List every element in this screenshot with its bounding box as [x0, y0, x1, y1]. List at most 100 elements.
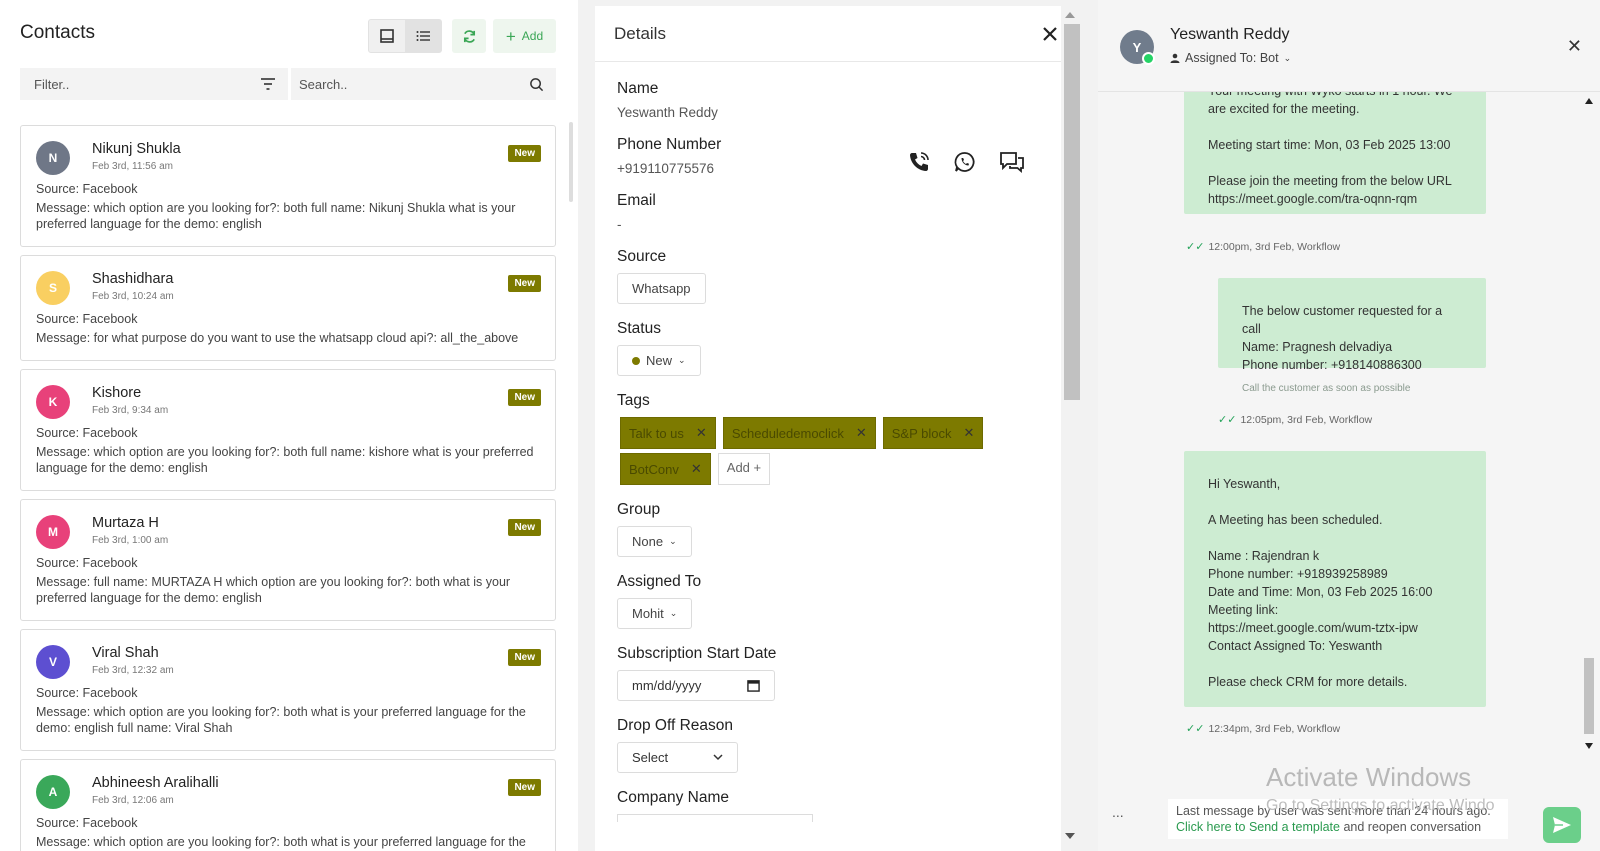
remove-tag-icon[interactable]: ✕ [696, 425, 707, 441]
remove-tag-icon[interactable]: ✕ [691, 461, 702, 477]
email-label: Email [617, 192, 656, 209]
refresh-button[interactable] [452, 19, 486, 53]
details-title: Details [614, 23, 666, 43]
status-badge: New [508, 389, 541, 406]
remove-tag-icon[interactable]: ✕ [856, 425, 867, 441]
remove-tag-icon[interactable]: ✕ [964, 425, 975, 441]
whatsapp-icon[interactable] [953, 150, 977, 174]
filter-placeholder: Filter.. [34, 76, 70, 92]
status-dropdown[interactable]: New ⌄ [617, 345, 701, 376]
avatar: A [36, 775, 70, 809]
contact-name: Murtaza H [92, 515, 159, 531]
search-icon[interactable] [529, 77, 544, 92]
scroll-down-icon[interactable] [1585, 743, 1593, 749]
chat-panel: Y Yeswanth Reddy Assigned To: Bot ⌄ ✕ Yo… [1098, 0, 1600, 851]
group-section: Group None ⌄ [617, 501, 1076, 557]
contact-list-scrollbar[interactable] [569, 122, 573, 202]
chat-icon[interactable] [999, 150, 1025, 174]
contact-source: Source: Facebook [36, 182, 138, 196]
card-view-button[interactable] [369, 20, 405, 52]
scroll-thumb[interactable] [1064, 24, 1080, 400]
contact-name: Viral Shah [92, 645, 159, 661]
filter-input[interactable]: Filter.. [20, 68, 288, 100]
contact-card[interactable]: S Shashidhara Feb 3rd, 10:24 am New Sour… [20, 255, 556, 361]
message-line: The below customer requested for a call [1242, 304, 1443, 336]
add-tag-button[interactable]: Add + [717, 453, 771, 485]
contact-name: Kishore [92, 385, 142, 401]
scroll-up-icon[interactable] [1065, 12, 1075, 18]
contact-card[interactable]: A Abhineesh Aralihalli Feb 3rd, 12:06 am… [20, 759, 556, 851]
contact-date: Feb 3rd, 9:34 am [92, 405, 169, 416]
view-toggle [368, 19, 442, 53]
search-input[interactable]: Search.. [291, 68, 556, 100]
contact-card[interactable]: N Nikunj Shukla Feb 3rd, 11:56 am New So… [20, 125, 556, 247]
contacts-title: Contacts [20, 22, 95, 43]
card-view-icon [380, 29, 394, 43]
tags-section: Tags Talk to us ✕ Scheduledemoclick ✕ S&P bl… [617, 392, 1076, 485]
details-header: Details [595, 6, 1076, 62]
status-badge: New [508, 519, 541, 536]
send-icon [1553, 817, 1571, 833]
whatsapp-badge-icon [1142, 52, 1155, 65]
close-icon[interactable]: ✕ [1567, 36, 1582, 57]
scroll-up-icon[interactable] [1585, 98, 1593, 104]
avatar: K [36, 385, 70, 419]
send-template-link[interactable]: Click here to Send a template [1176, 820, 1340, 834]
contact-name: Nikunj Shukla [92, 141, 181, 157]
message-line: Phone number: +918939258989 [1208, 567, 1388, 581]
message-bubble: The below customer requested for a call N… [1218, 278, 1486, 394]
avatar: V [36, 645, 70, 679]
phone-call-icon[interactable] [907, 150, 931, 174]
message-line: Phone number: +918140886300 [1242, 358, 1422, 372]
details-panel: Details Name Yeswanth Reddy Phone Number… [595, 6, 1076, 851]
close-icon[interactable] [1042, 26, 1058, 42]
name-value: Yeswanth Reddy [617, 105, 718, 120]
meta-text: 12:00pm, 3rd Feb, Workflow [1208, 240, 1341, 253]
calendar-icon[interactable] [747, 679, 760, 692]
filter-icon[interactable] [260, 77, 276, 91]
scroll-thumb[interactable] [1584, 658, 1594, 734]
status-badge: New [508, 275, 541, 292]
status-dot-icon [632, 356, 640, 365]
chat-contact-name: Yeswanth Reddy [1170, 26, 1290, 43]
contact-card[interactable]: V Viral Shah Feb 3rd, 12:32 am New Sourc… [20, 629, 556, 751]
meta-text: 12:34pm, 3rd Feb, Workflow [1208, 722, 1341, 735]
name-section: Name Yeswanth Reddy [617, 80, 1076, 120]
assigned-dropdown-chat[interactable]: Assigned To: Bot ⌄ [1170, 51, 1291, 65]
assigned-dropdown[interactable]: Mohit ⌄ [617, 598, 693, 629]
contact-source: Source: Facebook [36, 556, 138, 570]
contact-date: Feb 3rd, 12:32 am [92, 665, 174, 676]
contact-card[interactable]: M Murtaza H Feb 3rd, 1:00 am New Source:… [20, 499, 556, 621]
more-options-button[interactable]: ... [1112, 804, 1124, 820]
send-button[interactable] [1543, 807, 1581, 843]
source-label: Source [617, 248, 667, 265]
details-scrollbar[interactable] [1061, 0, 1080, 851]
group-dropdown[interactable]: None ⌄ [617, 526, 692, 557]
contact-message: Message: which option are you looking fo… [36, 835, 526, 849]
add-label: Add [521, 29, 544, 43]
company-input[interactable] [617, 814, 813, 822]
message-meta: ✓✓ 12:00pm, 3rd Feb, Workflow [1186, 240, 1341, 254]
plus-icon: + [505, 26, 516, 46]
scroll-down-icon[interactable] [1065, 833, 1075, 839]
subscription-date-input[interactable]: mm/dd/yyyy [617, 670, 775, 701]
message-line: Contact Assigned To: Yeswanth [1208, 639, 1383, 653]
add-contact-button[interactable]: + Add [493, 19, 556, 53]
user-icon [1170, 53, 1180, 63]
list-view-icon [416, 31, 430, 41]
contact-card[interactable]: K Kishore Feb 3rd, 9:34 am New Source: F… [20, 369, 556, 491]
status-badge: New [508, 779, 541, 796]
tag-label: BotConv [629, 461, 679, 477]
double-check-icon: ✓✓ [1186, 241, 1205, 253]
message-line: A Meeting has been scheduled. [1208, 513, 1383, 527]
source-section: Source Whatsapp [617, 248, 1076, 304]
message-line: Name: Pragnesh delvadiya [1242, 340, 1393, 354]
contacts-panel: Contacts + Add Filter.. Search.. N Nikun… [0, 0, 578, 851]
email-value: - [617, 217, 622, 232]
dropoff-select[interactable]: Select [617, 742, 738, 773]
chat-scrollbar[interactable] [1582, 92, 1596, 762]
email-section: Email - [617, 192, 1076, 232]
avatar: S [36, 271, 70, 305]
list-view-button[interactable] [405, 20, 441, 52]
refresh-icon [463, 29, 475, 43]
